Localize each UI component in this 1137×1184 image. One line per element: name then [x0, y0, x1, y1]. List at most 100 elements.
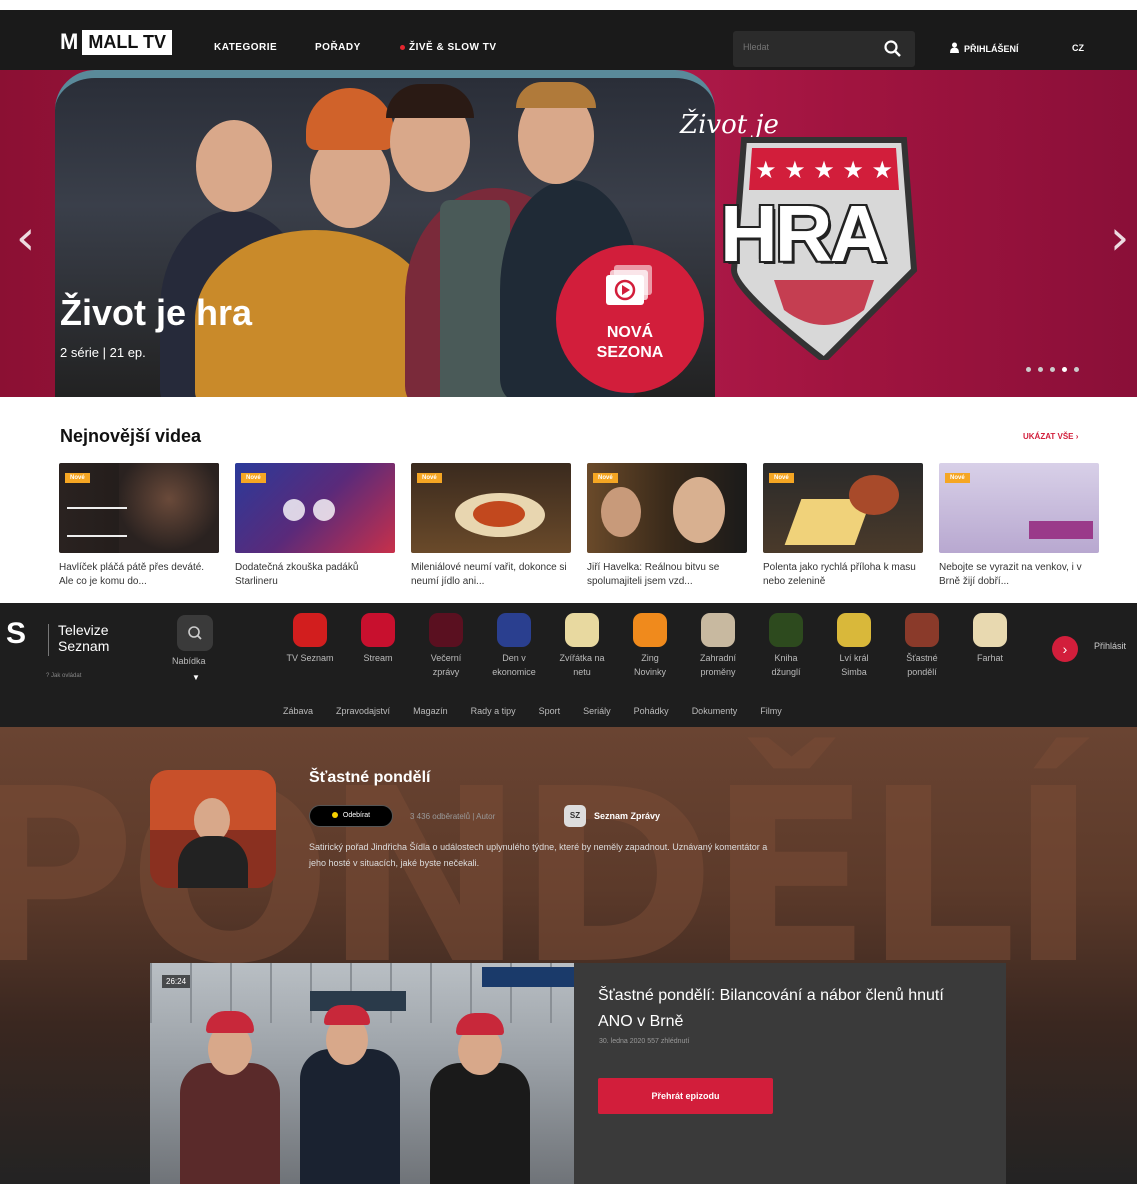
video-card[interactable]: Nové Havlíček pláčá pátě přes deváté. Al…	[59, 463, 219, 589]
channel-item[interactable]: Zvířátka na netu	[552, 613, 612, 679]
video-title[interactable]: Dodatečná zkouška padáků Starlineru	[235, 561, 395, 589]
episode-thumbnail[interactable]: 26:24	[150, 963, 574, 1184]
subscriber-count: 3 436 odběratelů | Autor	[410, 812, 496, 821]
user-icon	[950, 42, 959, 53]
category-link[interactable]: Dokumenty	[692, 706, 738, 716]
carousel-dot[interactable]	[1074, 367, 1079, 372]
chevron-down-icon[interactable]: ▼	[192, 673, 200, 682]
video-title[interactable]: Jiří Havelka: Reálnou bitvu se spolumaji…	[587, 561, 747, 589]
new-badge: Nové	[241, 473, 266, 483]
search-icon	[188, 626, 202, 640]
video-thumbnail[interactable]: Nové	[235, 463, 395, 553]
channel-label-line: Novinky	[633, 667, 666, 677]
chevron-right-icon[interactable]: ›	[1110, 210, 1129, 266]
channel-item[interactable]: Den v ekonomice	[484, 613, 544, 679]
channel-icon	[429, 613, 463, 647]
show-logo-word: HRA	[720, 189, 887, 278]
play-stack-icon	[606, 265, 652, 305]
nav-kategorie[interactable]: KATEGORIE	[214, 42, 277, 53]
carousel-dot[interactable]	[1050, 367, 1055, 372]
show-header: PONDĚLÍ Šťastné pondělí Odebírat 3 436 o…	[0, 727, 1137, 1184]
subscribe-button[interactable]: Odebírat	[309, 805, 393, 827]
channel-label-line: džunglí	[771, 667, 801, 677]
carousel-dot[interactable]	[1062, 367, 1067, 372]
play-episode-button[interactable]: Přehrát epizodu	[598, 1078, 773, 1114]
hero-title[interactable]: Život je hra	[60, 292, 252, 334]
channel-label-line: Večerní	[430, 653, 462, 663]
category-link[interactable]: Sport	[539, 706, 561, 716]
category-link[interactable]: Magazín	[413, 706, 448, 716]
channel-item[interactable]: Lví král Simba	[824, 613, 884, 679]
channel-label-line: Den v	[502, 653, 526, 663]
channel-item[interactable]: TV Seznam	[280, 613, 340, 665]
video-title[interactable]: Polenta jako rychlá příloha k masu nebo …	[763, 561, 923, 589]
live-dot-icon	[400, 44, 405, 50]
channel-item[interactable]: Zahradní proměny	[688, 613, 748, 679]
video-thumbnail[interactable]: Nové	[411, 463, 571, 553]
channel-label-line: TV Seznam	[286, 653, 334, 663]
channel-item[interactable]: Šťastné pondělí	[892, 613, 952, 679]
next-channels-button[interactable]: ›	[1052, 636, 1078, 662]
search-button[interactable]	[177, 615, 213, 651]
login-link[interactable]: PŘIHLÁŠENÍ	[950, 42, 1019, 54]
video-title[interactable]: Havlíček pláčá pátě přes deváté. Ale co …	[59, 561, 219, 589]
video-card[interactable]: Nové Polenta jako rychlá příloha k masu …	[763, 463, 923, 589]
help-link[interactable]: ? Jak ovládat	[46, 673, 81, 679]
search-box	[733, 31, 915, 67]
channel-icon	[633, 613, 667, 647]
channel-item[interactable]: Zing Novinky	[620, 613, 680, 679]
video-list: Nové Havlíček pláčá pátě přes deváté. Al…	[59, 463, 1099, 589]
author-name[interactable]: Seznam Zprávy	[594, 811, 660, 821]
video-thumbnail[interactable]: Nové	[59, 463, 219, 553]
video-card[interactable]: Nové Jiří Havelka: Reálnou bitvu se spol…	[587, 463, 747, 589]
channel-item[interactable]: Večerní zprávy	[416, 613, 476, 679]
hero-banner[interactable]: NOVÁ SEZONA Život je ★ ★ ★ ★ ★ HRA Život …	[0, 70, 1137, 397]
search-input[interactable]	[743, 42, 873, 52]
channel-label: Lví král Simba	[824, 651, 884, 679]
logo-line-2: Seznam	[58, 638, 110, 654]
mall-tv-screenshot: M MALL TV KATEGORIE POŘADY ŽIVĚ & SLOW T…	[0, 0, 1137, 600]
carousel-dot[interactable]	[1038, 367, 1043, 372]
category-link[interactable]: Seriály	[583, 706, 611, 716]
category-link[interactable]: Zábava	[283, 706, 313, 716]
search-icon[interactable]	[883, 39, 903, 59]
category-link[interactable]: Pohádky	[634, 706, 669, 716]
channel-item[interactable]: Kniha džunglí	[756, 613, 816, 679]
carousel-dot[interactable]	[1026, 367, 1031, 372]
new-badge: Nové	[65, 473, 90, 483]
show-description: Satirický pořad Jindřicha Šídla o událos…	[309, 842, 768, 868]
author-avatar[interactable]: SZ	[564, 805, 586, 827]
login-link[interactable]: Přihlásit	[1094, 641, 1126, 651]
video-title[interactable]: Nebojte se vyrazit na venkov, i v Brně ž…	[939, 561, 1099, 589]
video-card[interactable]: Nové Dodatečná zkouška padáků Starlineru	[235, 463, 395, 589]
channel-label-line: netu	[573, 667, 591, 677]
category-link[interactable]: Zpravodajství	[336, 706, 390, 716]
logo-box: MALL TV	[82, 29, 172, 55]
video-thumbnail[interactable]: Nové	[587, 463, 747, 553]
video-thumbnail[interactable]: Nové	[939, 463, 1099, 553]
language-switch[interactable]: CZ	[1072, 43, 1084, 53]
mall-logo[interactable]: M MALL TV	[60, 29, 172, 55]
show-all-link[interactable]: UKÁZAT VŠE ›	[1023, 432, 1078, 441]
menu-label[interactable]: Nabídka	[172, 656, 206, 666]
chevron-left-icon[interactable]: ‹	[16, 210, 35, 266]
channel-item[interactable]: Farhat	[960, 613, 1020, 665]
logo-m: M	[60, 29, 79, 54]
channel-item[interactable]: Stream	[348, 613, 408, 665]
video-card[interactable]: Nové Nebojte se vyrazit na venkov, i v B…	[939, 463, 1099, 589]
channel-label: Farhat	[960, 651, 1020, 665]
video-thumbnail[interactable]: Nové	[763, 463, 923, 553]
channel-label-line: Stream	[363, 653, 393, 663]
category-link[interactable]: Rady a tipy	[471, 706, 516, 716]
channel-icon	[769, 613, 803, 647]
episode-title[interactable]: Šťastné pondělí: Bilancování a nábor čle…	[598, 983, 978, 1035]
video-title[interactable]: Mileniálové neumí vařit, dokonce si neum…	[411, 561, 571, 589]
nav-live[interactable]: ŽIVĚ & SLOW TV	[400, 42, 497, 53]
nav-porady[interactable]: POŘADY	[315, 42, 361, 53]
channel-icon	[497, 613, 531, 647]
category-nav: Zábava Zpravodajství Magazín Rady a tipy Spo…	[283, 706, 782, 716]
subscribe-icon	[331, 812, 338, 819]
video-card[interactable]: Nové Mileniálové neumí vařit, dokonce si…	[411, 463, 571, 589]
channel-label: Zing Novinky	[620, 651, 680, 679]
category-link[interactable]: Filmy	[760, 706, 782, 716]
